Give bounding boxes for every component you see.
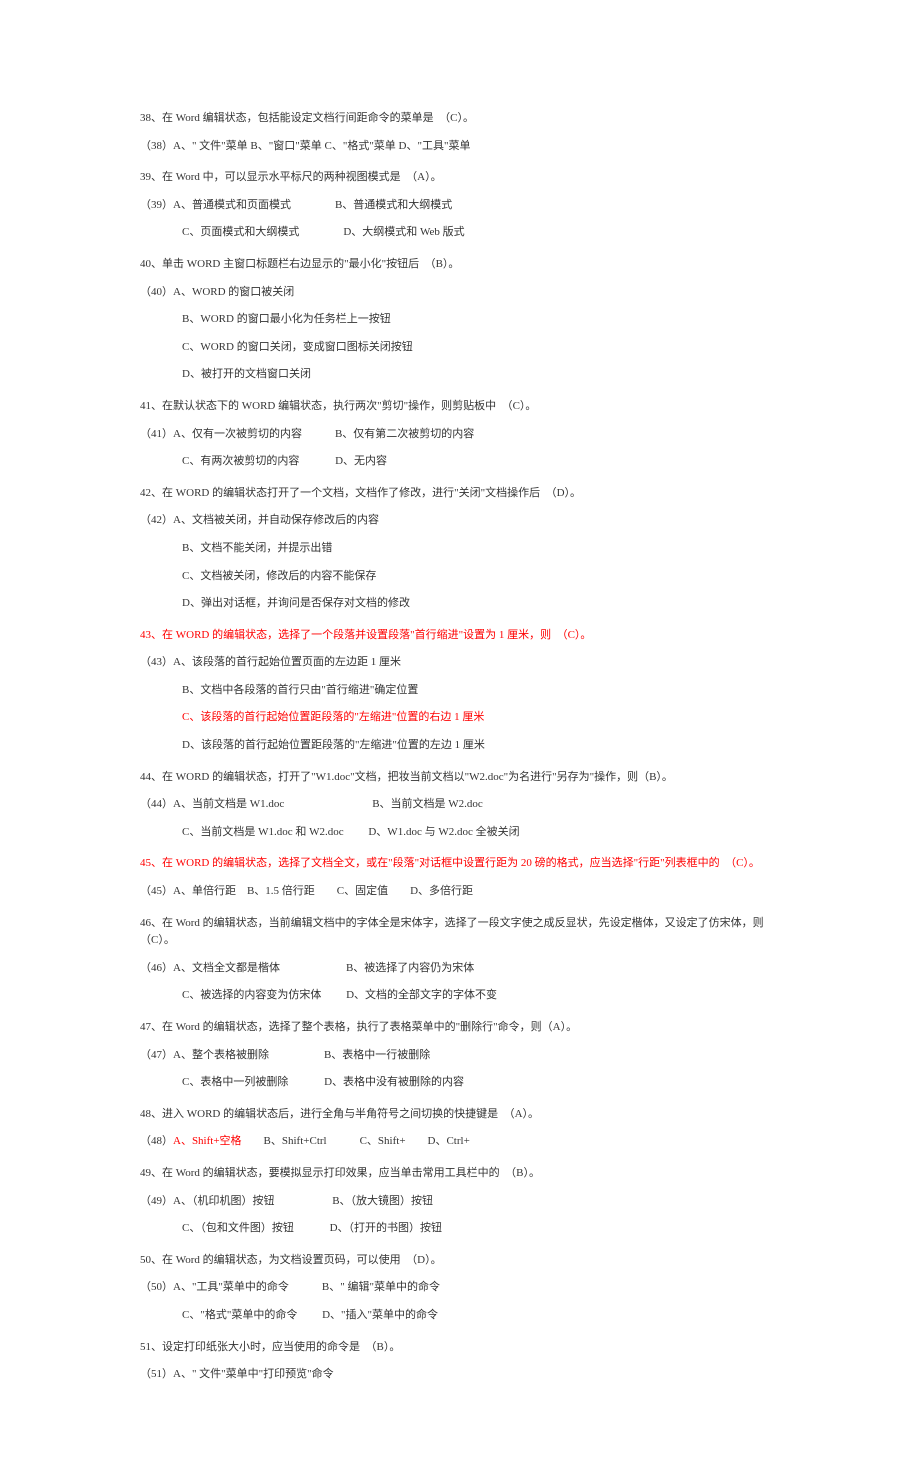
option: D、该段落的首行起始位置距段落的"左缩进"位置的左边 1 厘米 xyxy=(140,737,780,755)
question-text: 46、在 Word 的编辑状态，当前编辑文档中的字体全是宋体字，选择了一段文字使… xyxy=(140,915,780,950)
question-38: 38、在 Word 编辑状态，包括能设定文档行间距命令的菜单是 （C）。 （38）… xyxy=(140,110,780,155)
option: C、WORD 的窗口关闭，变成窗口图标关闭按钮 xyxy=(140,339,780,357)
question-text: 39、在 Word 中，可以显示水平标尺的两种视图模式是 （A）。 xyxy=(140,169,780,187)
option: C、（包和文件图）按钮 D、（打开的书图）按钮 xyxy=(140,1220,780,1238)
question-text: 41、在默认状态下的 WORD 编辑状态，执行两次"剪切"操作，则剪贴板中 （C… xyxy=(140,398,780,416)
option: B、WORD 的窗口最小化为任务栏上一按钮 xyxy=(140,311,780,329)
option: （41）A、仅有一次被剪切的内容 B、仅有第二次被剪切的内容 xyxy=(140,426,780,444)
question-text: 47、在 Word 的编辑状态，选择了整个表格，执行了表格菜单中的"删除行"命令… xyxy=(140,1019,780,1037)
question-39: 39、在 Word 中，可以显示水平标尺的两种视图模式是 （A）。 （39）A、普… xyxy=(140,169,780,242)
option: C、页面模式和大纲模式 D、大纲模式和 Web 版式 xyxy=(140,224,780,242)
option: （45）A、单倍行距 B、1.5 倍行距 C、固定值 D、多倍行距 xyxy=(140,883,780,901)
option: （40）A、WORD 的窗口被关闭 xyxy=(140,284,780,302)
option: （43）A、该段落的首行起始位置页面的左边距 1 厘米 xyxy=(140,654,780,672)
option: C、当前文档是 W1.doc 和 W2.doc D、W1.doc 与 W2.do… xyxy=(140,824,780,842)
question-45: 45、在 WORD 的编辑状态，选择了文档全文，或在"段落"对话框中设置行距为 … xyxy=(140,855,780,900)
option: （46）A、文档全文都是楷体 B、被选择了内容仍为宋体 xyxy=(140,960,780,978)
question-text: 50、在 Word 的编辑状态，为文档设置页码，可以使用 （D）。 xyxy=(140,1252,780,1270)
question-43: 43、在 WORD 的编辑状态，选择了一个段落并设置段落"首行缩进"设置为 1 … xyxy=(140,627,780,755)
option: C、该段落的首行起始位置距段落的"左缩进"位置的右边 1 厘米 xyxy=(140,709,780,727)
option: D、弹出对话框，并询问是否保存对文档的修改 xyxy=(140,595,780,613)
question-51: 51、设定打印纸张大小时，应当使用的命令是 （B）。 （51）A、" 文件"菜单中… xyxy=(140,1339,780,1384)
question-48: 48、进入 WORD 的编辑状态后，进行全角与半角符号之间切换的快捷键是 （A）… xyxy=(140,1106,780,1151)
question-40: 40、单击 WORD 主窗口标题栏右边显示的"最小化"按钮后 （B）。 （40）A… xyxy=(140,256,780,384)
question-42: 42、在 WORD 的编辑状态打开了一个文档，文档作了修改，进行"关闭"文档操作… xyxy=(140,485,780,613)
question-46: 46、在 Word 的编辑状态，当前编辑文档中的字体全是宋体字，选择了一段文字使… xyxy=(140,915,780,1005)
question-text: 38、在 Word 编辑状态，包括能设定文档行间距命令的菜单是 （C）。 xyxy=(140,110,780,128)
option: C、表格中一列被删除 D、表格中没有被删除的内容 xyxy=(140,1074,780,1092)
question-text: 40、单击 WORD 主窗口标题栏右边显示的"最小化"按钮后 （B）。 xyxy=(140,256,780,274)
question-text: 44、在 WORD 的编辑状态，打开了"W1.doc"文档，把妆当前文档以"W2… xyxy=(140,769,780,787)
option: （44）A、当前文档是 W1.doc B、当前文档是 W2.doc xyxy=(140,796,780,814)
question-text: 42、在 WORD 的编辑状态打开了一个文档，文档作了修改，进行"关闭"文档操作… xyxy=(140,485,780,503)
option: （50）A、"工具"菜单中的命令 B、" 编辑"菜单中的命令 xyxy=(140,1279,780,1297)
option: （49）A、（机印机图）按钮 B、（放大镜图）按钮 xyxy=(140,1193,780,1211)
option: （48）A、Shift+空格 B、Shift+Ctrl C、Shift+ D、C… xyxy=(140,1133,780,1151)
question-47: 47、在 Word 的编辑状态，选择了整个表格，执行了表格菜单中的"删除行"命令… xyxy=(140,1019,780,1092)
option: （39）A、普通模式和页面模式 B、普通模式和大纲模式 xyxy=(140,197,780,215)
question-text: 51、设定打印纸张大小时，应当使用的命令是 （B）。 xyxy=(140,1339,780,1357)
option: （51）A、" 文件"菜单中"打印预览"命令 xyxy=(140,1366,780,1384)
option: B、文档中各段落的首行只由"首行缩进"确定位置 xyxy=(140,682,780,700)
option: B、文档不能关闭，并提示出错 xyxy=(140,540,780,558)
question-50: 50、在 Word 的编辑状态，为文档设置页码，可以使用 （D）。 （50）A、"… xyxy=(140,1252,780,1325)
question-44: 44、在 WORD 的编辑状态，打开了"W1.doc"文档，把妆当前文档以"W2… xyxy=(140,769,780,842)
option: （38）A、" 文件"菜单 B、"窗口"菜单 C、"格式"菜单 D、"工具"菜单 xyxy=(140,138,780,156)
question-text: 43、在 WORD 的编辑状态，选择了一个段落并设置段落"首行缩进"设置为 1 … xyxy=(140,627,780,645)
question-text: 48、进入 WORD 的编辑状态后，进行全角与半角符号之间切换的快捷键是 （A）… xyxy=(140,1106,780,1124)
question-text: 45、在 WORD 的编辑状态，选择了文档全文，或在"段落"对话框中设置行距为 … xyxy=(140,855,780,873)
option: C、"格式"菜单中的命令 D、"插入"菜单中的命令 xyxy=(140,1307,780,1325)
question-41: 41、在默认状态下的 WORD 编辑状态，执行两次"剪切"操作，则剪贴板中 （C… xyxy=(140,398,780,471)
question-text: 49、在 Word 的编辑状态，要模拟显示打印效果，应当单击常用工具栏中的 （B… xyxy=(140,1165,780,1183)
question-49: 49、在 Word 的编辑状态，要模拟显示打印效果，应当单击常用工具栏中的 （B… xyxy=(140,1165,780,1238)
option: C、被选择的内容变为仿宋体 D、文档的全部文字的字体不变 xyxy=(140,987,780,1005)
option: D、被打开的文档窗口关闭 xyxy=(140,366,780,384)
option: （47）A、整个表格被删除 B、表格中一行被删除 xyxy=(140,1047,780,1065)
option: C、有两次被剪切的内容 D、无内容 xyxy=(140,453,780,471)
option: （42）A、文档被关闭，并自动保存修改后的内容 xyxy=(140,512,780,530)
option: C、文档被关闭，修改后的内容不能保存 xyxy=(140,568,780,586)
